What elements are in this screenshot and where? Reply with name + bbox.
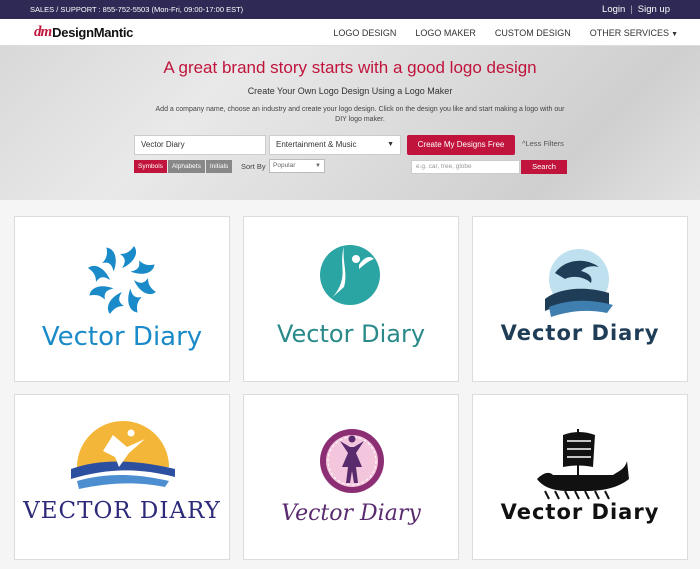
filter-chips: Symbols Alphabets Initials	[134, 160, 233, 173]
design-card[interactable]: VECTOR DIARY	[14, 394, 230, 560]
nav-other-services-label: OTHER SERVICES	[589, 27, 670, 38]
nav-custom-design[interactable]: CUSTOM DESIGN	[495, 28, 571, 38]
signup-link[interactable]: Sign up	[638, 4, 670, 15]
design-card[interactable]: Vector Diary	[243, 216, 459, 382]
nav-logo-maker[interactable]: LOGO MAKER	[415, 28, 476, 38]
ballerina-badge-icon	[320, 429, 384, 493]
search-input[interactable]: e.g. car, tree, globe	[411, 160, 520, 174]
design-name: Vector Diary	[276, 320, 426, 348]
industry-value: Entertainment & Music	[276, 140, 357, 149]
dolphin-wave-icon	[545, 249, 613, 317]
fairy-circle-icon	[320, 245, 380, 305]
support-text: SALES / SUPPORT : 855-752-5503 (Mon-Fri,…	[30, 5, 244, 14]
design-name: VECTOR DIARY	[23, 498, 221, 524]
design-name: Vector Diary	[281, 501, 421, 526]
chip-symbols[interactable]: Symbols	[134, 160, 167, 173]
nav-logo-design[interactable]: LOGO DESIGN	[333, 28, 396, 38]
auth-separator: |	[630, 4, 633, 15]
auth-links: Login | Sign up	[602, 4, 670, 15]
main-nav: LOGO DESIGN LOGO MAKER CUSTOM DESIGN OTH…	[333, 19, 678, 46]
top-bar: SALES / SUPPORT : 855-752-5503 (Mon-Fri,…	[0, 0, 700, 19]
nav-other-services[interactable]: OTHER SERVICES ▼	[590, 28, 678, 38]
design-name: Vector Diary	[500, 500, 660, 524]
chip-alphabets[interactable]: Alphabets	[167, 160, 205, 173]
chevron-down-icon: ▼	[315, 163, 321, 169]
hero-headline: A great brand story starts with a good l…	[163, 58, 537, 77]
design-card[interactable]: Vector Diary	[14, 216, 230, 382]
design-card[interactable]: Vector Diary	[472, 216, 688, 382]
login-link[interactable]: Login	[602, 4, 625, 15]
design-name: Vector Diary	[500, 321, 660, 345]
brand-mark: dm	[34, 24, 52, 40]
main-navbar: dm DesignMantic LOGO DESIGN LOGO MAKER C…	[0, 19, 700, 46]
brand-logo[interactable]: dm DesignMantic	[34, 24, 133, 41]
create-designs-button[interactable]: Create My Designs Free	[407, 135, 515, 155]
design-card[interactable]: Vector Diary	[243, 394, 459, 560]
search-button[interactable]: Search	[521, 160, 567, 174]
sort-value: Popular	[273, 162, 296, 169]
dolphin-ring-icon	[88, 246, 156, 314]
hero-description: Add a company name, choose an industry a…	[155, 106, 565, 123]
caret-down-icon: ▼	[671, 30, 678, 38]
dancer-sun-icon	[71, 421, 175, 489]
hero-section: A great brand story starts with a good l…	[0, 46, 700, 200]
company-name-input[interactable]: Vector Diary	[134, 135, 266, 155]
hero-subheadline: Create Your Own Logo Design Using a Logo…	[247, 86, 453, 96]
sort-select[interactable]: Popular ▼	[269, 159, 325, 173]
brand-name: DesignMantic	[52, 25, 134, 40]
sort-by-label: Sort By	[241, 162, 266, 171]
less-filters-label: Less Filters	[525, 139, 564, 148]
viking-ship-icon	[537, 429, 629, 500]
design-card[interactable]: Vector Diary	[472, 394, 688, 560]
chevron-down-icon: ▼	[387, 141, 394, 148]
chip-initials[interactable]: Initials	[205, 160, 233, 173]
less-filters-toggle[interactable]: ^Less Filters	[522, 139, 564, 148]
industry-select[interactable]: Entertainment & Music ▼	[269, 135, 401, 155]
design-name: Vector Diary	[41, 322, 203, 352]
